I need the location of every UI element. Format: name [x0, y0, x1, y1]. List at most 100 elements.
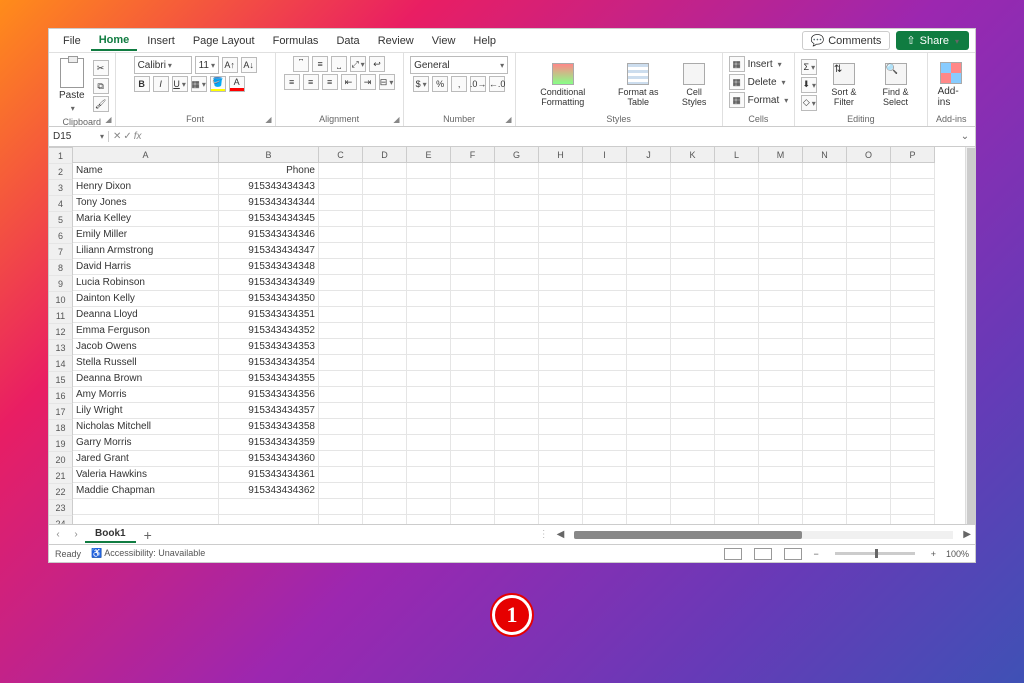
align-top-button[interactable]: ⎴	[293, 56, 309, 72]
row-header[interactable]: 12	[49, 324, 73, 340]
cell[interactable]	[671, 515, 715, 524]
tab-view[interactable]: View	[424, 32, 464, 50]
autosum-button[interactable]: Σ	[801, 59, 817, 75]
cell[interactable]	[671, 483, 715, 499]
cell[interactable]	[495, 515, 539, 524]
row-header[interactable]: 22	[49, 484, 73, 500]
border-button[interactable]: ▦	[191, 76, 207, 92]
cell[interactable]	[891, 195, 935, 211]
col-header[interactable]: B	[219, 147, 319, 163]
row-header[interactable]: 17	[49, 404, 73, 420]
cell[interactable]	[715, 339, 759, 355]
expand-formula-bar-button[interactable]: ⌄	[955, 131, 975, 142]
col-header[interactable]: N	[803, 147, 847, 163]
cell[interactable]	[451, 499, 495, 515]
cell[interactable]	[583, 179, 627, 195]
cell[interactable]	[671, 435, 715, 451]
cell[interactable]	[891, 227, 935, 243]
cell[interactable]	[759, 355, 803, 371]
cell[interactable]	[407, 211, 451, 227]
name-box[interactable]: D15	[49, 131, 109, 142]
cell[interactable]	[627, 419, 671, 435]
cell[interactable]	[759, 483, 803, 499]
cell[interactable]	[495, 307, 539, 323]
cell[interactable]	[627, 483, 671, 499]
cell[interactable]	[451, 307, 495, 323]
cell[interactable]	[583, 371, 627, 387]
cell[interactable]	[803, 467, 847, 483]
cell[interactable]	[759, 243, 803, 259]
insert-cells-button[interactable]: ▦Insert	[729, 56, 782, 72]
cell[interactable]: 915343434359	[219, 435, 319, 451]
cell[interactable]	[363, 419, 407, 435]
align-left-button[interactable]: ≡	[284, 74, 300, 90]
cell[interactable]	[363, 483, 407, 499]
cell[interactable]: Garry Morris	[73, 435, 219, 451]
cell[interactable]	[891, 211, 935, 227]
cell[interactable]	[451, 243, 495, 259]
cell[interactable]	[583, 275, 627, 291]
tab-page-layout[interactable]: Page Layout	[185, 32, 263, 50]
cell[interactable]	[847, 291, 891, 307]
cell[interactable]	[847, 419, 891, 435]
cell[interactable]	[451, 227, 495, 243]
row-header[interactable]: 6	[49, 228, 73, 244]
cell[interactable]	[671, 179, 715, 195]
increase-indent-button[interactable]: ⇥	[360, 74, 376, 90]
share-button[interactable]: ⇧Share	[896, 31, 969, 50]
cell[interactable]: 915343434357	[219, 403, 319, 419]
zoom-slider[interactable]	[835, 552, 915, 555]
cell[interactable]	[891, 403, 935, 419]
cell[interactable]	[759, 387, 803, 403]
cell[interactable]	[803, 243, 847, 259]
cell[interactable]	[891, 179, 935, 195]
cell[interactable]	[539, 451, 583, 467]
decrease-indent-button[interactable]: ⇤	[341, 74, 357, 90]
row-header[interactable]: 13	[49, 340, 73, 356]
cell[interactable]	[891, 515, 935, 524]
cell[interactable]	[363, 259, 407, 275]
cell[interactable]	[803, 451, 847, 467]
cell[interactable]	[847, 355, 891, 371]
cell[interactable]	[627, 371, 671, 387]
cell[interactable]: Emily Miller	[73, 227, 219, 243]
align-middle-button[interactable]: ≡	[312, 56, 328, 72]
cell[interactable]	[759, 211, 803, 227]
cell[interactable]	[539, 483, 583, 499]
cell[interactable]	[891, 467, 935, 483]
cell[interactable]	[627, 275, 671, 291]
cell[interactable]: Maddie Chapman	[73, 483, 219, 499]
cell[interactable]	[715, 499, 759, 515]
cell[interactable]	[891, 355, 935, 371]
cell[interactable]	[583, 307, 627, 323]
cell[interactable]: Phone	[219, 163, 319, 179]
row-header[interactable]: 21	[49, 468, 73, 484]
row-header[interactable]: 8	[49, 260, 73, 276]
cell[interactable]	[451, 467, 495, 483]
cell[interactable]	[363, 451, 407, 467]
cell[interactable]: 915343434344	[219, 195, 319, 211]
cell[interactable]	[539, 179, 583, 195]
col-header[interactable]: A	[73, 147, 219, 163]
cell[interactable]	[539, 387, 583, 403]
cell[interactable]	[847, 339, 891, 355]
cell[interactable]	[583, 451, 627, 467]
cell[interactable]	[671, 467, 715, 483]
cell[interactable]	[847, 179, 891, 195]
clear-button[interactable]: ◇	[801, 95, 817, 111]
cell[interactable]	[759, 499, 803, 515]
cell[interactable]: Jared Grant	[73, 451, 219, 467]
cell[interactable]	[891, 259, 935, 275]
cell[interactable]	[363, 291, 407, 307]
cell[interactable]	[583, 211, 627, 227]
sort-filter-button[interactable]: ⇅Sort & Filter	[821, 61, 866, 109]
cell[interactable]: Dainton Kelly	[73, 291, 219, 307]
cell[interactable]	[847, 371, 891, 387]
cell[interactable]	[759, 371, 803, 387]
cell[interactable]	[319, 355, 363, 371]
cell[interactable]	[715, 371, 759, 387]
cell[interactable]	[539, 371, 583, 387]
col-header[interactable]: E	[407, 147, 451, 163]
cell[interactable]	[803, 403, 847, 419]
cell[interactable]	[583, 227, 627, 243]
